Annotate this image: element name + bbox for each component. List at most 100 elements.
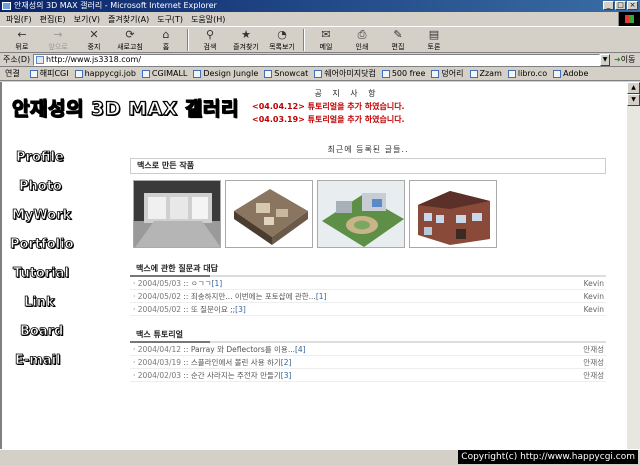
post-date: 2004/04/12: [137, 345, 182, 354]
nav-portfolio[interactable]: Portfolio: [2, 237, 82, 266]
tutorial-post-row[interactable]: · 2004/02/03 :: 순간 사라지는 주전자 만들기[3] 안재성: [130, 369, 606, 382]
works-gallery: [133, 180, 606, 248]
nav-board[interactable]: Board: [2, 324, 82, 353]
nav-link[interactable]: Link: [2, 295, 82, 324]
links-label: 연결: [5, 69, 20, 78]
scroll-down-icon[interactable]: ▼: [627, 94, 640, 106]
scroll-up-icon[interactable]: ▲: [627, 82, 640, 94]
address-input[interactable]: http://www.js3318.com/: [33, 53, 600, 66]
post-title[interactable]: Parray 와 Deflectors를 이용...: [191, 345, 295, 354]
stop-button[interactable]: ✕ 중지: [76, 27, 112, 53]
link-snowcat[interactable]: Snowcat: [264, 69, 308, 78]
edit-icon: ✎: [393, 28, 403, 41]
post-author: 안재성: [583, 371, 604, 380]
post-title[interactable]: 순간 사라지는 주전자 만들기: [191, 371, 281, 380]
discuss-icon: ▤: [428, 28, 440, 41]
link-page-icon: [314, 69, 323, 78]
nav-email[interactable]: E-mail: [2, 353, 82, 382]
link-zzam[interactable]: Zzam: [469, 69, 502, 78]
copyright-banner: Copyright(c) http://www.happycgi.com: [458, 450, 638, 464]
side-nav: Profile Photo MyWork Portfolio Tutorial …: [2, 150, 82, 382]
mail-button[interactable]: ✉ 메일: [308, 27, 344, 53]
qa-post-row[interactable]: · 2004/05/02 :: 또 질문이요 ;;[3] Kevin: [130, 303, 606, 316]
window-title: 안재성의 3D MAX 갤러리 - Microsoft Internet Exp…: [14, 1, 217, 10]
menu-tools[interactable]: 도구(T): [157, 14, 183, 25]
forward-icon: →: [53, 28, 63, 41]
post-title[interactable]: 또 질문이요 ;;: [191, 305, 235, 314]
works-section-title: 맥스로 만든 작품: [130, 158, 606, 174]
menu-edit[interactable]: 편집(E): [40, 14, 66, 25]
search-button[interactable]: ⚲ 검색: [192, 27, 228, 53]
nav-photo[interactable]: Photo: [2, 179, 82, 208]
main-content: 최근에 등록된 글들.. 맥스로 만든 작품 맥스에 관한 질문과 대답 · 2…: [130, 144, 606, 382]
link-page-icon: [381, 69, 390, 78]
link-happycgi[interactable]: 해피CGI: [29, 68, 69, 79]
menu-view[interactable]: 보기(V): [74, 14, 100, 25]
nav-mywork[interactable]: MyWork: [2, 208, 82, 237]
notice-box: 공 지 사 항 <04.04.12> 튜토리얼을 추가 하였습니다. <04.0…: [252, 88, 412, 125]
refresh-button[interactable]: ⟳ 새로고침: [112, 27, 148, 53]
address-url: http://www.js3318.com/: [46, 54, 142, 64]
work-thumbnail[interactable]: [317, 180, 405, 248]
qa-section-title: 맥스에 관한 질문과 대답: [136, 264, 218, 273]
close-button[interactable]: ×: [627, 1, 638, 10]
post-title[interactable]: 스플라인에서 볼린 사용 하기: [191, 358, 281, 367]
work-thumbnail[interactable]: [225, 180, 313, 248]
nav-profile[interactable]: Profile: [2, 150, 82, 179]
link-dungeori[interactable]: 덩어리: [431, 68, 464, 79]
comment-count: [1]: [211, 279, 223, 288]
link-libro[interactable]: libro.co: [507, 69, 547, 78]
link-page-icon: [264, 69, 273, 78]
link-design-jungle[interactable]: Design Jungle: [193, 69, 258, 78]
links-bar: 연결 해피CGI happycgi.job CGIMALL Design Jun…: [0, 67, 640, 81]
work-thumbnail[interactable]: [409, 180, 497, 248]
link-shareimage[interactable]: 쉐어아미지닷컴: [314, 68, 376, 79]
notice-item[interactable]: <04.03.19> 튜토리얼을 추가 하였습니다.: [252, 114, 412, 125]
vertical-scrollbar[interactable]: ▲ ▼: [627, 82, 640, 449]
maximize-button[interactable]: □: [615, 1, 626, 10]
tutorial-post-row[interactable]: · 2004/03/19 :: 스플라인에서 볼린 사용 하기[2] 안재성: [130, 356, 606, 369]
back-button[interactable]: ← 뒤로: [4, 27, 40, 53]
link-cgimall[interactable]: CGIMALL: [141, 69, 187, 78]
forward-button[interactable]: → 앞으로: [40, 27, 76, 53]
qa-post-row[interactable]: · 2004/05/03 :: ㅇㄱㄱ[1] Kevin: [130, 277, 606, 290]
post-author: Kevin: [583, 292, 604, 301]
link-page-icon: [553, 69, 562, 78]
link-500free[interactable]: 500 free: [381, 69, 425, 78]
notice-item[interactable]: <04.04.12> 튜토리얼을 추가 하였습니다.: [252, 101, 412, 112]
search-icon: ⚲: [205, 28, 215, 41]
minimize-button[interactable]: _: [603, 1, 614, 10]
link-page-icon: [29, 69, 38, 78]
link-page-icon: [141, 69, 150, 78]
favorites-button[interactable]: ★ 즐겨찾기: [228, 27, 264, 53]
refresh-icon: ⟳: [125, 28, 135, 41]
menu-file[interactable]: 파일(F): [6, 14, 32, 25]
history-icon: ◔: [277, 28, 287, 41]
post-author: Kevin: [583, 305, 604, 314]
menu-favorites[interactable]: 즐겨찾기(A): [108, 14, 149, 25]
link-adobe[interactable]: Adobe: [553, 69, 588, 78]
windows-logo-icon: [618, 12, 640, 26]
qa-post-row[interactable]: · 2004/05/02 :: 죄송하지만... 이번에는 포토샵에 관한...…: [130, 290, 606, 303]
address-dropdown-button[interactable]: ▼: [600, 53, 610, 66]
history-button[interactable]: ◔ 목록보기: [264, 27, 300, 53]
menu-help[interactable]: 도움말(H): [191, 14, 225, 25]
post-title[interactable]: ㅇㄱㄱ: [191, 279, 212, 288]
link-page-icon: [507, 69, 516, 78]
nav-tutorial[interactable]: Tutorial: [2, 266, 82, 295]
post-date: 2004/05/02: [137, 292, 182, 301]
print-button[interactable]: ⎙ 인쇄: [344, 27, 380, 53]
work-thumbnail[interactable]: [133, 180, 221, 248]
post-date: 2004/05/02: [137, 305, 182, 314]
site-logo[interactable]: 안재성의 3D MAX 갤러리: [11, 94, 239, 121]
post-title[interactable]: 죄송하지만... 이번에는 포토샵에 관한...: [191, 292, 316, 301]
tutorial-section-title: 맥스 튜토리얼: [136, 330, 183, 339]
menu-bar: 파일(F) 편집(E) 보기(V) 즐겨찾기(A) 도구(T) 도움말(H): [0, 12, 640, 26]
edit-button[interactable]: ✎ 편집: [380, 27, 416, 53]
address-bar: 주소(D) http://www.js3318.com/ ▼ ➜이동: [0, 53, 640, 67]
tutorial-post-row[interactable]: · 2004/04/12 :: Parray 와 Deflectors를 이용.…: [130, 343, 606, 356]
discuss-button[interactable]: ▤ 토론: [416, 27, 452, 53]
go-button[interactable]: ➜이동: [614, 54, 635, 65]
link-happycgi-job[interactable]: happycgi.job: [74, 69, 136, 78]
home-button[interactable]: ⌂ 홈: [148, 27, 184, 53]
